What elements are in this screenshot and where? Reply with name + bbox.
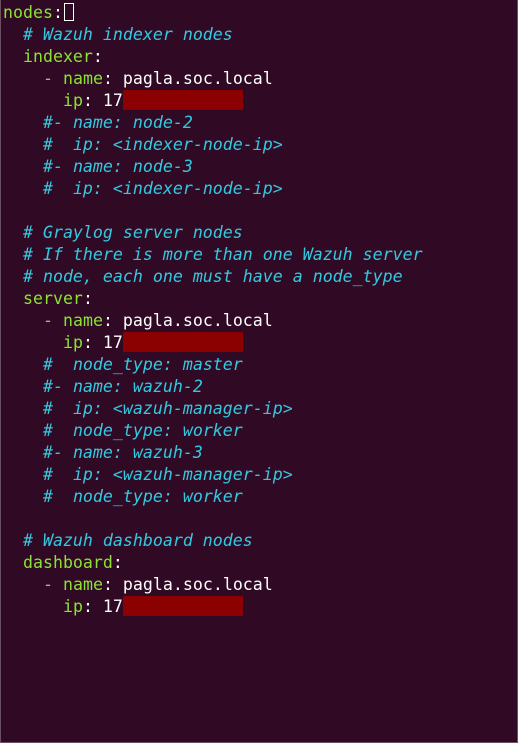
- yaml-key: name: [62, 311, 103, 330]
- yaml-comment: # node, each one must have a node_type: [22, 267, 403, 286]
- yaml-colon: :: [82, 289, 93, 308]
- ip-value-prefix: 17: [102, 597, 123, 616]
- yaml-comment: #- name: node-3: [42, 157, 193, 176]
- yaml-key: ip: [62, 597, 83, 616]
- yaml-key: server: [22, 289, 83, 308]
- yaml-comment: # Graylog server nodes: [22, 223, 243, 242]
- yaml-value: pagla.soc.local: [122, 311, 273, 330]
- yaml-list-dash: -: [42, 69, 53, 88]
- yaml-comment: # Wazuh indexer nodes: [22, 25, 233, 44]
- yaml-key: indexer: [22, 47, 93, 66]
- yaml-comment: # Wazuh dashboard nodes: [22, 531, 253, 550]
- editor-line: ip: 17: [3, 596, 423, 618]
- yaml-colon: :: [102, 311, 123, 330]
- editor-line: - name: pagla.soc.local: [3, 68, 423, 90]
- yaml-key: nodes: [3, 3, 53, 22]
- yaml-comment: # node_type: worker: [42, 487, 243, 506]
- redacted-ip-block: [122, 596, 243, 616]
- ip-value-prefix: 17: [102, 333, 123, 352]
- yaml-colon: :: [82, 333, 103, 352]
- yaml-value: pagla.soc.local: [122, 69, 273, 88]
- redacted-ip-block: [122, 332, 243, 352]
- yaml-comment: # ip: <wazuh-manager-ip>: [42, 465, 293, 484]
- editor-line: # node_type: master: [3, 354, 423, 376]
- yaml-key: ip: [62, 333, 83, 352]
- yaml-key: dashboard: [22, 553, 113, 572]
- ip-value-prefix: 17: [102, 91, 123, 110]
- yaml-comment: # If there is more than one Wazuh server: [22, 245, 423, 264]
- yaml-comment: #- name: wazuh-3: [42, 443, 203, 462]
- editor-line: ip: 17: [3, 332, 423, 354]
- yaml-key: ip: [62, 91, 83, 110]
- yaml-colon: :: [92, 47, 103, 66]
- editor-line: # ip: <wazuh-manager-ip>: [3, 398, 423, 420]
- editor-line: # Wazuh dashboard nodes: [3, 530, 423, 552]
- yaml-colon: :: [52, 3, 63, 22]
- yaml-list-dash: -: [42, 311, 53, 330]
- editor-line: # node_type: worker: [3, 486, 423, 508]
- yaml-comment: # node_type: worker: [42, 421, 243, 440]
- yaml-comment: # node_type: master: [42, 355, 243, 374]
- yaml-colon: :: [82, 91, 103, 110]
- editor-line: # ip: <indexer-node-ip>: [3, 178, 423, 200]
- editor-line: ip: 17: [3, 90, 423, 112]
- editor-line: # node, each one must have a node_type: [3, 266, 423, 288]
- editor-line: indexer:: [3, 46, 423, 68]
- editor-line: # Wazuh indexer nodes: [3, 24, 423, 46]
- editor-line: # node_type: worker: [3, 420, 423, 442]
- yaml-colon: :: [102, 69, 123, 88]
- yaml-comment: #- name: wazuh-2: [42, 377, 203, 396]
- editor-line: #- name: node-3: [3, 156, 423, 178]
- yaml-editor[interactable]: nodes: # Wazuh indexer nodes indexer: - …: [3, 2, 423, 618]
- yaml-comment: # ip: <wazuh-manager-ip>: [42, 399, 293, 418]
- yaml-colon: :: [112, 553, 123, 572]
- text-cursor: [63, 3, 74, 21]
- yaml-comment: # ip: <indexer-node-ip>: [42, 135, 283, 154]
- editor-line: # ip: <indexer-node-ip>: [3, 134, 423, 156]
- editor-line: # ip: <wazuh-manager-ip>: [3, 464, 423, 486]
- yaml-comment: #- name: node-2: [42, 113, 193, 132]
- editor-line: - name: pagla.soc.local: [3, 574, 423, 596]
- yaml-colon: :: [82, 597, 103, 616]
- yaml-colon: :: [102, 575, 123, 594]
- editor-line: # Graylog server nodes: [3, 222, 423, 244]
- yaml-comment: # ip: <indexer-node-ip>: [42, 179, 283, 198]
- editor-line: #- name: node-2: [3, 112, 423, 134]
- editor-line: dashboard:: [3, 552, 423, 574]
- editor-line: #- name: wazuh-2: [3, 376, 423, 398]
- terminal-window[interactable]: nodes: # Wazuh indexer nodes indexer: - …: [0, 0, 518, 743]
- editor-line: # If there is more than one Wazuh server: [3, 244, 423, 266]
- yaml-value: pagla.soc.local: [122, 575, 273, 594]
- redacted-ip-block: [122, 90, 243, 110]
- editor-line: nodes:: [3, 2, 423, 24]
- yaml-key: name: [62, 575, 103, 594]
- editor-line: - name: pagla.soc.local: [3, 310, 423, 332]
- yaml-list-dash: -: [42, 575, 53, 594]
- editor-line: server:: [3, 288, 423, 310]
- yaml-key: name: [62, 69, 103, 88]
- editor-line: #- name: wazuh-3: [3, 442, 423, 464]
